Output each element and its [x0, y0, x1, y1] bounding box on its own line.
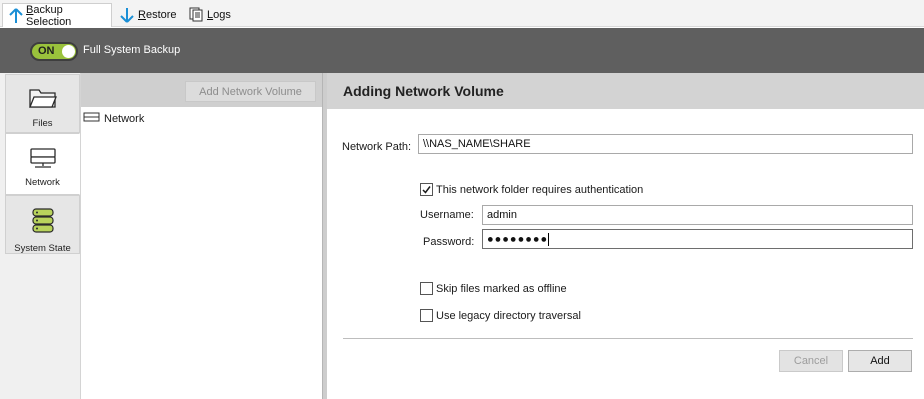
nav-item-label: Files — [32, 118, 53, 129]
text-cursor — [548, 233, 550, 246]
form-header: Adding Network Volume — [327, 73, 924, 109]
logs-icon — [189, 7, 204, 23]
skip-offline-row[interactable]: Skip files marked as offline — [420, 282, 567, 295]
tree-item-network[interactable]: Network — [83, 112, 144, 126]
auth-checkbox[interactable] — [420, 183, 433, 196]
tab-logs[interactable]: Logs — [184, 3, 234, 26]
tab-label: Restore — [138, 8, 177, 21]
arrow-up-icon — [8, 7, 23, 24]
toggle-knob — [62, 45, 75, 58]
tree-item-label: Network — [104, 113, 145, 125]
cancel-button[interactable]: Cancel — [779, 350, 843, 372]
form-panel: Adding Network Volume Network Path: \\NA… — [327, 73, 924, 399]
form-divider — [343, 338, 913, 339]
password-label: Password: — [423, 236, 475, 248]
nav-item-network[interactable]: Network — [5, 133, 80, 195]
tree-panel: Add Network Volume Network — [81, 73, 322, 399]
nav-item-system-state[interactable]: System State — [5, 195, 80, 254]
legacy-traversal-row[interactable]: Use legacy directory traversal — [420, 309, 581, 322]
network-path-label: Network Path: — [342, 141, 412, 153]
folder-icon — [28, 87, 57, 112]
legacy-traversal-checkbox[interactable] — [420, 309, 433, 322]
form-title: Adding Network Volume — [343, 83, 504, 99]
auth-checkbox-row[interactable]: This network folder requires authenticat… — [420, 183, 643, 196]
add-button[interactable]: Add — [848, 350, 912, 372]
username-input[interactable]: admin — [482, 205, 913, 225]
tab-label: Backup Selection — [26, 3, 72, 28]
left-nav: Files Network System State — [0, 73, 81, 399]
tab-label: Logs — [207, 8, 231, 21]
toggle-label: ON — [38, 45, 55, 57]
tab-backup-selection[interactable]: Backup Selection — [2, 3, 112, 28]
nav-item-files[interactable]: Files — [5, 74, 80, 133]
legacy-traversal-label: Use legacy directory traversal — [436, 309, 581, 322]
network-path-input[interactable]: \\NAS_NAME\SHARE — [418, 134, 913, 154]
username-label: Username: — [420, 209, 474, 221]
add-network-volume-button[interactable]: Add Network Volume — [185, 81, 316, 102]
header-title: Full System Backup — [83, 44, 181, 56]
skip-offline-checkbox[interactable] — [420, 282, 433, 295]
tab-strip: Backup Selection Restore Logs — [0, 0, 924, 28]
password-input[interactable]: ●●●●●●●● — [482, 229, 913, 249]
network-drive-icon — [83, 112, 100, 126]
nav-item-label: Network — [25, 177, 60, 188]
network-drive-icon — [29, 146, 57, 171]
nav-item-label: System State — [14, 243, 71, 254]
tree-toolbar: Add Network Volume — [81, 73, 322, 107]
header-band: ON Full System Backup — [0, 28, 924, 73]
auth-checkbox-label: This network folder requires authenticat… — [436, 183, 644, 196]
tab-restore[interactable]: Restore — [114, 3, 182, 26]
server-stack-icon — [31, 208, 55, 237]
full-backup-toggle[interactable]: ON — [30, 42, 78, 61]
password-value: ●●●●●●●● — [487, 233, 549, 246]
arrow-down-icon — [119, 7, 135, 23]
skip-offline-label: Skip files marked as offline — [436, 282, 567, 295]
